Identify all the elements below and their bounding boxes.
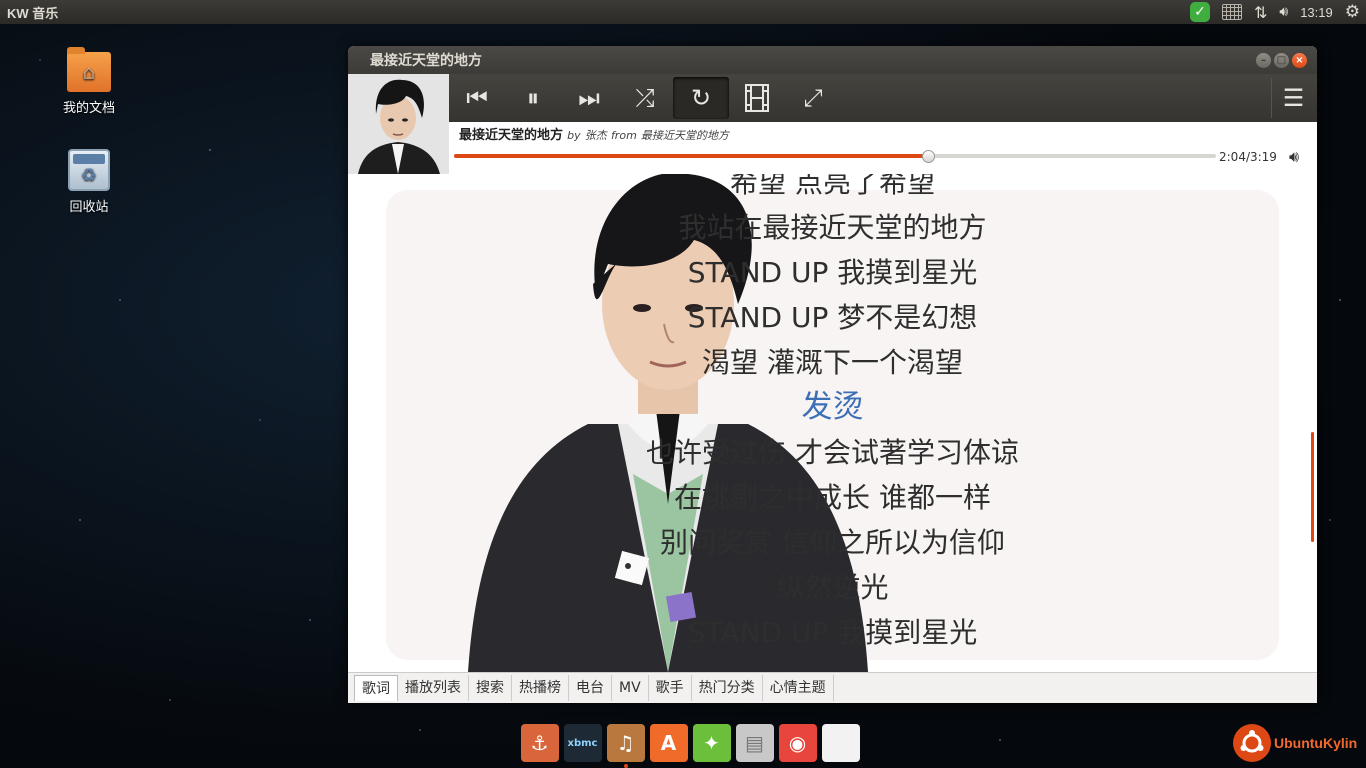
lyric-line: 我站在最接近天堂的地方 xyxy=(678,211,987,244)
lyric-line: 在挑剔之中成长 谁都一样 xyxy=(674,481,991,514)
volume-icon[interactable]: 🔊︎ xyxy=(1289,147,1299,167)
tab-1[interactable]: 播放列表 xyxy=(398,675,469,701)
launcher-dock: ⚓ xbmc ♫ A ✦ ▤ ◉ xyxy=(518,718,862,768)
player-toolbar: ⏮︎ ⏸︎ ⏭︎ ⤮ ↻ ⤢ ☰ xyxy=(449,74,1317,122)
brand-label: UbuntuKylin xyxy=(1274,735,1358,751)
volume-icon[interactable]: 🔊︎ xyxy=(1279,4,1288,20)
network-icon[interactable]: ⇅ xyxy=(1254,3,1267,22)
previous-track-button[interactable]: ⏮︎ xyxy=(449,77,505,119)
from-word: from xyxy=(610,129,637,142)
system-tray: ✓ ⇅ 🔊︎ 13:19 ⚙ xyxy=(1184,0,1366,24)
lyric-line: 渴望 灌溉下一个渴望 xyxy=(702,346,963,379)
shuffle-button[interactable]: ⤮ xyxy=(617,77,673,119)
lyric-line: 别问奖赏 信仰之所以为信仰 xyxy=(660,526,1005,559)
window-controls: – □ × xyxy=(1253,52,1307,68)
window-titlebar[interactable]: 最接近天堂的地方 – □ × xyxy=(348,46,1317,74)
trash-icon xyxy=(68,149,110,191)
album-cover[interactable] xyxy=(348,74,449,174)
ubuntu-circle-icon xyxy=(1233,724,1271,762)
desktop-icon-documents[interactable]: 我的文档 xyxy=(49,47,129,116)
keyboard-icon[interactable] xyxy=(1221,4,1242,20)
ubuntukylin-logo: UbuntuKylin xyxy=(1233,724,1357,762)
software-center-icon[interactable]: A xyxy=(649,724,688,762)
repeat-button[interactable]: ↻ xyxy=(673,77,729,119)
file-cabinet-icon[interactable]: ▤ xyxy=(735,724,774,762)
fullscreen-button[interactable]: ⤢ xyxy=(785,77,841,119)
progress-fill xyxy=(454,154,928,158)
time-readout: 2:04/3:19 xyxy=(1219,150,1277,164)
tab-0[interactable]: 歌词 xyxy=(354,675,398,701)
window-title: 最接近天堂的地方 xyxy=(370,53,482,69)
tab-5[interactable]: MV xyxy=(612,675,649,701)
document-icon[interactable] xyxy=(821,724,860,762)
chrome-icon[interactable]: ◉ xyxy=(778,724,817,762)
progress-handle[interactable] xyxy=(921,150,935,163)
minimize-button[interactable]: – xyxy=(1256,52,1271,68)
hamburger-menu-button[interactable]: ☰ xyxy=(1271,78,1315,118)
top-panel: KW 音乐 ✓ ⇅ 🔊︎ 13:19 ⚙ xyxy=(0,0,1366,24)
now-playing-info: 最接近天堂的地方 by 张杰 from 最接近天堂的地方 xyxy=(459,124,729,143)
desktop-icon-label: 我的文档 xyxy=(62,101,115,116)
folder-icon xyxy=(67,47,111,92)
lyrics-view: 希望 点亮了希望我站在最接近天堂的地方 STAND UP 我摸到星光 STAND U… xyxy=(348,174,1317,672)
lyrics-scrollbar[interactable] xyxy=(1311,432,1314,542)
album-name: 最接近天堂的地方 xyxy=(640,129,729,142)
xbmc-icon[interactable]: xbmc xyxy=(563,724,602,762)
clock[interactable]: 13:19 xyxy=(1300,5,1333,20)
bottom-tab-bar: 歌词 播放列表 搜索 热播榜 电台 MV 歌手 热门分类 心情主题 xyxy=(348,672,1317,703)
artist-portrait-icon xyxy=(348,74,449,174)
app-menu-title[interactable]: KW 音乐 xyxy=(0,3,58,22)
lyric-line: 也许受过伤 才会试著学习体谅 xyxy=(646,436,1019,469)
tab-2[interactable]: 搜索 xyxy=(469,675,512,701)
close-button[interactable]: × xyxy=(1292,52,1307,68)
check-shield-icon[interactable]: ✓ xyxy=(1189,2,1210,22)
tab-6[interactable]: 歌手 xyxy=(649,675,692,701)
lyrics-list: 希望 点亮了希望我站在最接近天堂的地方 STAND UP 我摸到星光 STAND U… xyxy=(386,174,1279,655)
anchor-icon[interactable]: ⚓ xyxy=(520,724,559,762)
lyric-line: STAND UP 梦不是幻想 xyxy=(687,301,978,334)
puzzle-icon[interactable]: ✦ xyxy=(692,724,731,762)
tab-4[interactable]: 电台 xyxy=(569,675,612,701)
player-header: ⏮︎ ⏸︎ ⏭︎ ⤮ ↻ ⤢ ☰ 最接近天堂的地方 by 张杰 from 最接近… xyxy=(348,74,1317,174)
tab-3[interactable]: 热播榜 xyxy=(512,675,569,701)
lyric-line: STAND UP 我摸到星光 xyxy=(687,616,978,649)
lyric-line: STAND UP 我摸到星光 xyxy=(687,256,978,289)
music-box-icon[interactable]: ♫ xyxy=(606,724,645,768)
lyric-line: 希望 点亮了希望 xyxy=(730,174,935,199)
tab-7[interactable]: 热门分类 xyxy=(692,675,763,701)
song-title: 最接近天堂的地方 xyxy=(459,128,564,143)
desktop-icon-label: 回收站 xyxy=(69,200,109,215)
desktop-icon-trash[interactable]: 回收站 xyxy=(49,149,129,215)
lyric-line-current: 发烫 xyxy=(801,389,864,425)
film-icon xyxy=(745,84,769,112)
maximize-button[interactable]: □ xyxy=(1274,52,1289,68)
pause-button[interactable]: ⏸︎ xyxy=(505,77,561,119)
gear-icon[interactable]: ⚙ xyxy=(1345,2,1360,22)
by-word: by xyxy=(567,129,581,142)
mv-film-button[interactable] xyxy=(729,77,785,119)
next-track-button[interactable]: ⏭︎ xyxy=(561,77,617,119)
progress-slider[interactable] xyxy=(454,150,1216,163)
lyric-line: 纵然逆光 xyxy=(776,571,889,604)
artist-name: 张杰 xyxy=(584,129,607,142)
tab-8[interactable]: 心情主题 xyxy=(763,675,834,701)
player-window: 最接近天堂的地方 – □ × ⏮︎ ⏸︎ ⏭︎ ⤮ ↻ ⤢ ☰ 最接近天堂的地方… xyxy=(348,46,1317,703)
